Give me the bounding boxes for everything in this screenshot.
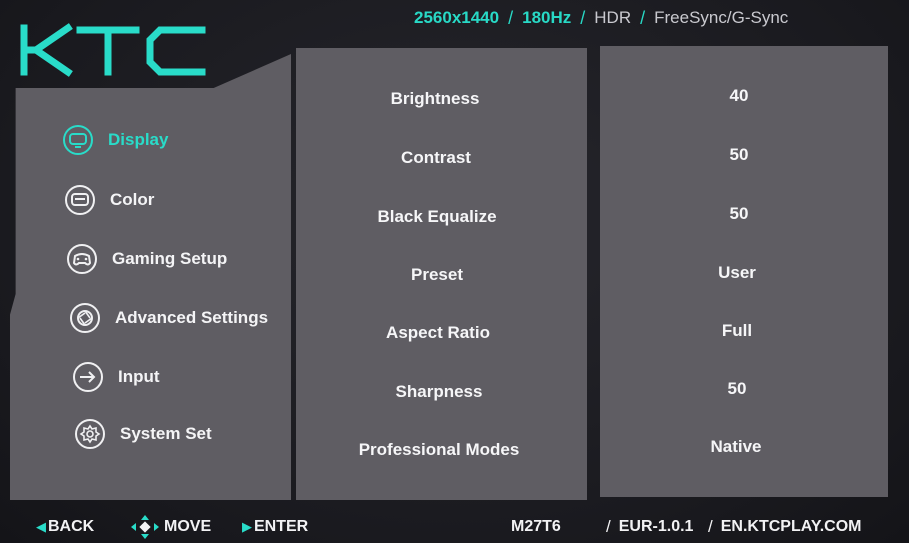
gear-icon (75, 419, 105, 449)
model-label: M27T6 (511, 518, 561, 535)
ktc-logo (20, 23, 206, 77)
nav-item-color[interactable]: Color (64, 182, 154, 218)
color-palette-icon (65, 185, 95, 215)
aperture-icon (70, 303, 100, 333)
setting-value-sharpness[interactable]: 50 (728, 379, 747, 399)
gamepad-icon (67, 244, 97, 274)
enter-hint[interactable]: ▶ ENTER (242, 516, 308, 538)
setting-label-aspect-ratio[interactable]: Aspect Ratio (386, 323, 490, 343)
website-label: EN.KTCPLAY.COM (720, 518, 862, 535)
setting-value-professional-modes[interactable]: Native (710, 437, 761, 457)
enter-arrow-icon: ▶ (242, 519, 252, 534)
setting-value-aspect-ratio[interactable]: Full (722, 321, 752, 341)
move-hint[interactable]: MOVE (130, 515, 212, 539)
nav-item-label: Input (118, 367, 160, 386)
setting-label-sharpness[interactable]: Sharpness (396, 382, 483, 402)
setting-value-black-equalize[interactable]: 50 (730, 204, 749, 224)
spec-divider: / (580, 7, 586, 28)
input-arrow-icon (73, 362, 103, 392)
setting-value-contrast[interactable]: 50 (730, 145, 749, 165)
refresh-rate-label: 180Hz (522, 8, 572, 27)
back-arrow-icon: ◀ (36, 519, 46, 534)
setting-value-preset[interactable]: User (718, 263, 756, 283)
resolution-label: 2560x1440 (414, 8, 500, 27)
nav-item-label: Advanced Settings (115, 308, 269, 327)
back-hint[interactable]: ◀ BACK (36, 516, 94, 538)
setting-label-brightness[interactable]: Brightness (391, 89, 480, 109)
website-info: / EN.KTCPLAY.COM (700, 516, 862, 538)
monitor-icon (63, 125, 93, 155)
nav-item-label: Color (110, 190, 155, 209)
nav-item-system-set[interactable]: System Set (74, 416, 212, 452)
nav-item-display[interactable]: Display (62, 122, 168, 158)
footer-divider: / (708, 517, 713, 536)
setting-label-black-equalize[interactable]: Black Equalize (377, 207, 496, 227)
setting-label-preset[interactable]: Preset (411, 265, 463, 285)
nav-item-label: Display (108, 130, 169, 149)
osd-screen: 2560x1440 / 180Hz / HDR / FreeSync/G-Syn… (0, 0, 909, 543)
spec-divider: / (640, 7, 646, 28)
hdr-label: HDR (594, 8, 632, 27)
nav-item-input[interactable]: Input (72, 359, 160, 395)
move-label: MOVE (164, 518, 212, 535)
setting-label-professional-modes[interactable]: Professional Modes (359, 440, 520, 460)
setting-value-brightness[interactable]: 40 (730, 86, 749, 106)
nav-item-gaming-setup[interactable]: Gaming Setup (66, 241, 227, 277)
spec-divider: / (508, 7, 514, 28)
footer-divider: / (606, 517, 611, 536)
firmware-label: EUR-1.0.1 (618, 518, 694, 535)
nav-item-label: Gaming Setup (112, 249, 228, 268)
setting-label-contrast[interactable]: Contrast (401, 148, 471, 168)
enter-label: ENTER (254, 518, 309, 535)
nav-item-advanced-settings[interactable]: Advanced Settings (69, 300, 268, 336)
firmware-info: / EUR-1.0.1 (598, 516, 693, 538)
back-label: BACK (48, 518, 95, 535)
nav-item-label: System Set (120, 424, 212, 443)
directional-pad-icon (131, 515, 159, 539)
sync-label: FreeSync/G-Sync (654, 8, 789, 27)
model-info: M27T6 (511, 516, 561, 538)
spec-bar: 2560x1440 / 180Hz / HDR / FreeSync/G-Syn… (414, 8, 788, 28)
